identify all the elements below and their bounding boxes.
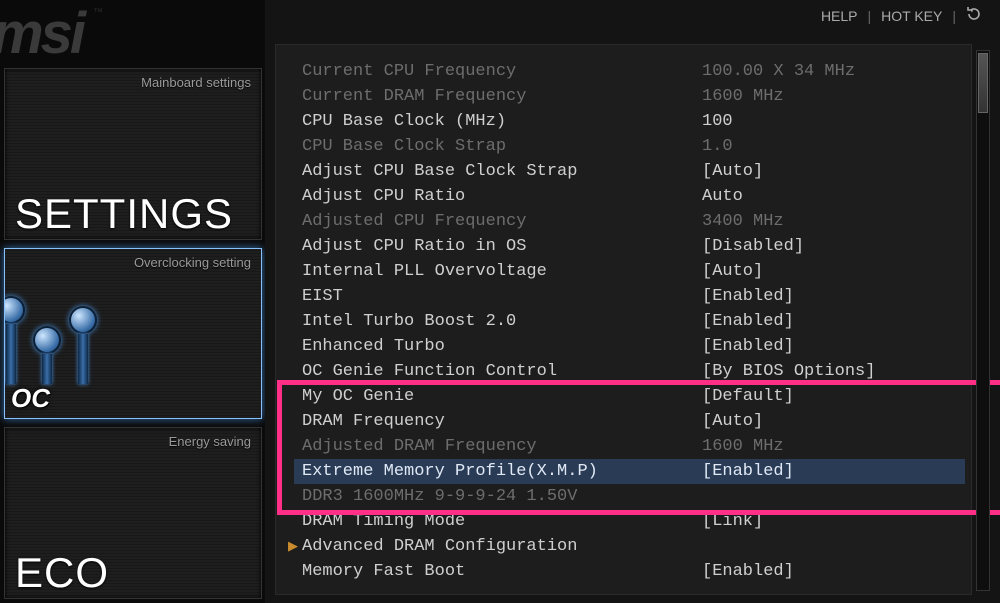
sliders-icon bbox=[4, 296, 97, 384]
setting-label: CPU Base Clock (MHz) bbox=[302, 109, 702, 134]
setting-value: 100 bbox=[702, 109, 733, 134]
back-icon[interactable] bbox=[966, 6, 982, 25]
setting-value: [Auto] bbox=[702, 159, 763, 184]
setting-row[interactable]: DDR3 1600MHz 9-9-9-24 1.50V bbox=[294, 484, 965, 509]
setting-label: Internal PLL Overvoltage bbox=[302, 259, 702, 284]
setting-label: EIST bbox=[302, 284, 702, 309]
setting-label: Extreme Memory Profile(X.M.P) bbox=[302, 459, 702, 484]
setting-value: 1.0 bbox=[702, 134, 733, 159]
tab-settings-subtitle: Mainboard settings bbox=[141, 75, 251, 90]
trademark-icon: ™ bbox=[93, 7, 100, 18]
tab-settings-title: SETTINGS bbox=[5, 193, 261, 239]
setting-row[interactable]: Adjust CPU Base Clock Strap[Auto] bbox=[294, 159, 965, 184]
setting-value: [By BIOS Options] bbox=[702, 359, 875, 384]
tab-eco[interactable]: Energy saving ECO bbox=[4, 427, 262, 599]
setting-value: [Link] bbox=[702, 509, 763, 534]
tab-oc-subtitle: Overclocking setting bbox=[134, 255, 251, 270]
scrollbar[interactable] bbox=[976, 50, 990, 591]
setting-value: 1600 MHz bbox=[702, 434, 784, 459]
help-link[interactable]: HELP bbox=[821, 8, 858, 24]
setting-label: My OC Genie bbox=[302, 384, 702, 409]
setting-value: [Enabled] bbox=[702, 334, 794, 359]
setting-row[interactable]: DRAM Timing Mode[Link] bbox=[294, 509, 965, 534]
setting-value: [Default] bbox=[702, 384, 794, 409]
hotkey-link[interactable]: HOT KEY bbox=[881, 8, 942, 24]
setting-value: [Enabled] bbox=[702, 284, 794, 309]
tab-eco-title: ECO bbox=[5, 552, 261, 598]
setting-row[interactable]: Current CPU Frequency100.00 X 34 MHz bbox=[294, 59, 965, 84]
tab-eco-subtitle: Energy saving bbox=[169, 434, 251, 449]
scrollbar-thumb[interactable] bbox=[978, 53, 988, 113]
setting-row[interactable]: Internal PLL Overvoltage[Auto] bbox=[294, 259, 965, 284]
tab-oc-title: OC bbox=[11, 383, 50, 414]
setting-row[interactable]: Intel Turbo Boost 2.0[Enabled] bbox=[294, 309, 965, 334]
setting-label: DDR3 1600MHz 9-9-9-24 1.50V bbox=[302, 484, 702, 509]
settings-panel: Current CPU Frequency100.00 X 34 MHzCurr… bbox=[275, 44, 972, 595]
setting-row[interactable]: Adjusted CPU Frequency3400 MHz bbox=[294, 209, 965, 234]
setting-label: Adjust CPU Ratio in OS bbox=[302, 234, 702, 259]
setting-row[interactable]: Memory Fast Boot[Enabled] bbox=[294, 559, 965, 584]
setting-row[interactable]: DRAM Frequency[Auto] bbox=[294, 409, 965, 434]
setting-row[interactable]: My OC Genie[Default] bbox=[294, 384, 965, 409]
setting-row[interactable]: Adjust CPU Ratio in OS[Disabled] bbox=[294, 234, 965, 259]
setting-value: Auto bbox=[702, 184, 743, 209]
setting-row[interactable]: ▶Advanced DRAM Configuration bbox=[294, 534, 965, 559]
logo-block: msi ™ bbox=[0, 0, 265, 64]
setting-value: [Enabled] bbox=[702, 459, 794, 484]
setting-value: 100.00 X 34 MHz bbox=[702, 59, 855, 84]
setting-value: [Auto] bbox=[702, 259, 763, 284]
setting-label: Current CPU Frequency bbox=[302, 59, 702, 84]
separator: | bbox=[952, 8, 956, 24]
setting-label: Current DRAM Frequency bbox=[302, 84, 702, 109]
setting-value: 3400 MHz bbox=[702, 209, 784, 234]
sidebar: msi ™ Mainboard settings SETTINGS Overclo… bbox=[0, 0, 265, 603]
setting-row[interactable]: CPU Base Clock (MHz)100 bbox=[294, 109, 965, 134]
setting-row[interactable]: Adjusted DRAM Frequency1600 MHz bbox=[294, 434, 965, 459]
topbar: HELP | HOT KEY | bbox=[821, 6, 982, 25]
setting-label: Intel Turbo Boost 2.0 bbox=[302, 309, 702, 334]
main-panel: HELP | HOT KEY | Current CPU Frequency10… bbox=[265, 0, 1000, 603]
setting-label: Adjust CPU Base Clock Strap bbox=[302, 159, 702, 184]
tab-settings[interactable]: Mainboard settings SETTINGS bbox=[4, 68, 262, 240]
brand-logo: msi bbox=[0, 1, 83, 66]
setting-value: [Auto] bbox=[702, 409, 763, 434]
setting-label: OC Genie Function Control bbox=[302, 359, 702, 384]
submenu-arrow-icon: ▶ bbox=[288, 534, 298, 559]
setting-label: Adjusted CPU Frequency bbox=[302, 209, 702, 234]
setting-value: 1600 MHz bbox=[702, 84, 784, 109]
setting-row[interactable]: Extreme Memory Profile(X.M.P)[Enabled] bbox=[294, 459, 965, 484]
setting-value: [Enabled] bbox=[702, 559, 794, 584]
settings-list: Current CPU Frequency100.00 X 34 MHzCurr… bbox=[276, 45, 971, 595]
separator: | bbox=[868, 8, 872, 24]
setting-row[interactable]: Adjust CPU RatioAuto bbox=[294, 184, 965, 209]
setting-row[interactable]: CPU Base Clock Strap1.0 bbox=[294, 134, 965, 159]
setting-value: [Enabled] bbox=[702, 309, 794, 334]
setting-label: Adjust CPU Ratio bbox=[302, 184, 702, 209]
setting-row[interactable]: Current DRAM Frequency1600 MHz bbox=[294, 84, 965, 109]
setting-label: Adjusted DRAM Frequency bbox=[302, 434, 702, 459]
setting-label: Memory Fast Boot bbox=[302, 559, 702, 584]
setting-row[interactable]: OC Genie Function Control[By BIOS Option… bbox=[294, 359, 965, 384]
setting-value: [Disabled] bbox=[702, 234, 804, 259]
setting-label: Enhanced Turbo bbox=[302, 334, 702, 359]
setting-label: DRAM Timing Mode bbox=[302, 509, 702, 534]
setting-label: Advanced DRAM Configuration bbox=[302, 534, 702, 559]
setting-label: CPU Base Clock Strap bbox=[302, 134, 702, 159]
setting-label: DRAM Frequency bbox=[302, 409, 702, 434]
setting-row[interactable]: Enhanced Turbo[Enabled] bbox=[294, 334, 965, 359]
tab-overclocking[interactable]: Overclocking setting OC bbox=[4, 248, 262, 420]
setting-row[interactable]: EIST[Enabled] bbox=[294, 284, 965, 309]
